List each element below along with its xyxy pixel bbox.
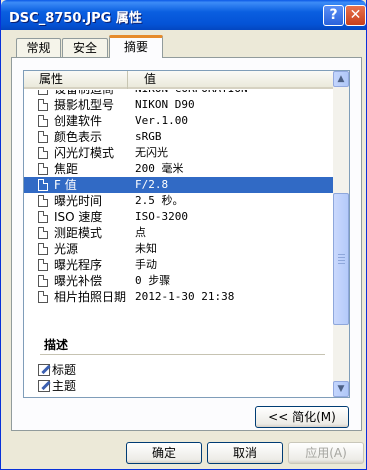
row-property: 标题: [52, 363, 77, 377]
document-icon: [38, 259, 48, 271]
document-icon: [38, 291, 48, 303]
list-row-iso-speed[interactable]: ISO 速度 ISO-3200: [24, 209, 333, 225]
row-value: NIKON D90: [135, 98, 195, 111]
help-button[interactable]: ?: [323, 5, 344, 26]
list-row-date-taken[interactable]: 相片拍照日期 2012-1-30 21:38: [24, 289, 333, 305]
document-icon: [38, 243, 48, 255]
row-value: sRGB: [135, 130, 162, 143]
section-divider: [40, 354, 325, 355]
list-row-metering-mode[interactable]: 测距模式 点: [24, 225, 333, 241]
tab-security[interactable]: 安全: [62, 38, 108, 57]
grip-line: [338, 257, 345, 258]
edit-pen-icon: [38, 380, 50, 392]
apply-button[interactable]: 应用(A): [288, 442, 364, 464]
list-row-light-source[interactable]: 光源 未知: [24, 241, 333, 257]
list-row-camera-model[interactable]: 摄影机型号 NIKON D90: [24, 97, 333, 113]
grip-line: [338, 260, 345, 261]
grip-line: [338, 254, 345, 255]
row-property: 曝光时间: [54, 194, 103, 208]
document-icon: [38, 163, 48, 175]
row-value: 0 步骤: [135, 274, 171, 287]
property-list[interactable]: 属性 值 设备制造商 NIKON CORPORATION 摄影机型号 NIKON…: [23, 70, 350, 398]
tab-general[interactable]: 常规: [16, 38, 61, 57]
row-property: 光源: [54, 242, 79, 256]
title-bar[interactable]: DSC_8750.JPG 属性 ? ✕: [1, 0, 366, 30]
row-property: 摄影机型号: [54, 98, 115, 112]
document-icon: [38, 211, 48, 223]
row-value: 点: [135, 226, 146, 239]
vertical-scrollbar[interactable]: ▲ ▼: [333, 71, 349, 397]
document-icon: [38, 131, 48, 143]
row-value: 2012-1-30 21:38: [135, 290, 235, 303]
row-property: 闪光灯模式: [54, 146, 115, 160]
list-row-focal-length[interactable]: 焦距 200 毫米: [24, 161, 333, 177]
list-row-f-number[interactable]: F 值 F/2.8: [24, 177, 333, 193]
list-row-color-space[interactable]: 颜色表示 sRGB: [24, 129, 333, 145]
row-property: ISO 速度: [54, 210, 103, 224]
row-property: 曝光补偿: [54, 274, 103, 288]
list-row-flash-mode[interactable]: 闪光灯模式 无闪光: [24, 145, 333, 161]
row-property: F 值: [54, 178, 77, 192]
column-header-property[interactable]: 属性: [24, 71, 128, 89]
document-icon: [38, 115, 48, 127]
close-button[interactable]: ✕: [345, 5, 366, 26]
tab-summary[interactable]: 摘要: [109, 35, 163, 58]
list-row-subject[interactable]: 主题: [24, 378, 333, 394]
row-property: 曝光程序: [54, 258, 103, 272]
list-row-exposure-bias[interactable]: 曝光补偿 0 步骤: [24, 273, 333, 289]
grip-line: [338, 263, 345, 264]
simplify-button[interactable]: << 简化(M): [255, 406, 349, 428]
document-icon: [38, 147, 48, 159]
document-icon: [38, 179, 48, 191]
list-row-exposure-program[interactable]: 曝光程序 手动: [24, 257, 333, 273]
document-icon: [38, 227, 48, 239]
section-title-description: 描述: [44, 338, 69, 352]
scroll-down-arrow-icon[interactable]: ▼: [333, 381, 349, 397]
cancel-button[interactable]: 取消: [207, 442, 283, 464]
ok-button[interactable]: 确定: [126, 442, 202, 464]
document-icon: [38, 275, 48, 287]
scroll-thumb[interactable]: [333, 193, 349, 325]
row-value: F/2.8: [135, 178, 169, 191]
row-property: 颜色表示: [54, 130, 103, 144]
list-header: 属性 值: [24, 71, 333, 89]
row-property: 测距模式: [54, 226, 103, 240]
list-row-software[interactable]: 创建软件 Ver.1.00: [24, 113, 333, 129]
row-property: 主题: [52, 379, 77, 393]
window-title: DSC_8750.JPG 属性: [9, 11, 142, 26]
row-value: 无闪光: [135, 146, 168, 159]
row-property: 创建软件: [54, 114, 103, 128]
list-row-title[interactable]: 标题: [24, 362, 333, 378]
document-icon: [38, 99, 48, 111]
row-property: 相片拍照日期: [54, 290, 127, 304]
row-property: 焦距: [54, 162, 79, 176]
document-icon: [38, 195, 48, 207]
column-header-value[interactable]: 值: [129, 71, 333, 89]
row-value: Ver.1.00: [135, 114, 188, 127]
row-value: 未知: [135, 242, 157, 255]
edit-pen-icon: [38, 364, 50, 376]
scroll-up-arrow-icon[interactable]: ▲: [333, 71, 349, 87]
list-row-exposure-time[interactable]: 曝光时间 2.5 秒。: [24, 193, 333, 209]
properties-dialog: DSC_8750.JPG 属性 ? ✕ 常规 安全 摘要 属性 值 设备制造商 …: [0, 0, 367, 470]
row-value: 200 毫米: [135, 162, 184, 175]
row-value: 手动: [135, 258, 157, 271]
row-value: ISO-3200: [135, 210, 188, 223]
row-value: 2.5 秒。: [135, 194, 184, 207]
